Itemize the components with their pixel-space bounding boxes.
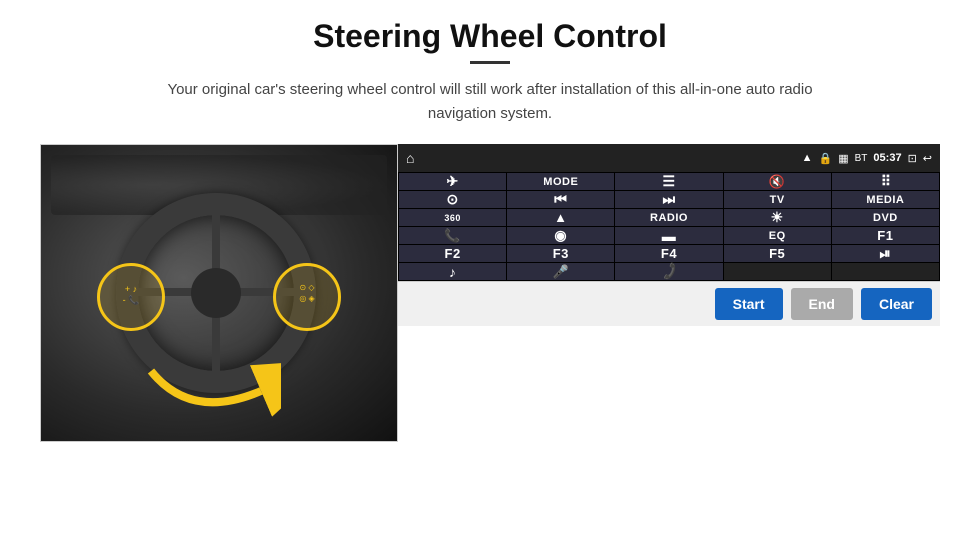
ctrl-btn-r3c3[interactable]: RADIO <box>615 209 722 226</box>
window-icon: ⊡ <box>908 152 917 165</box>
page-title: Steering Wheel Control <box>313 18 667 55</box>
ctrl-btn-r2c1[interactable]: ⊙ <box>399 191 506 208</box>
control-panel: ⌂ ▲ 🔒 ▦ BT 05:37 ⊡ ↩ ✈MODE☰🔇⠿ ⊙⏮⏭TVMEDIA 3… <box>398 144 940 326</box>
ctrl-btn-r2c4[interactable]: TV <box>724 191 831 208</box>
home-icon[interactable]: ⌂ <box>406 150 414 166</box>
action-bar: Start End Clear <box>398 281 940 326</box>
content-row: + ♪- 📞 ⊙ ◇◎ ◈ <box>40 144 940 442</box>
status-bar: ⌂ ▲ 🔒 ▦ BT 05:37 ⊡ ↩ <box>398 144 940 172</box>
status-right: ▲ 🔒 ▦ BT 05:37 ⊡ ↩ <box>802 152 932 165</box>
start-button[interactable]: Start <box>715 288 783 320</box>
ctrl-btn-r1c1[interactable]: ✈ <box>399 173 506 190</box>
ctrl-btn-r4c2[interactable]: ◉ <box>507 227 614 244</box>
ctrl-btn-r1c5[interactable]: ⠿ <box>832 173 939 190</box>
clear-button[interactable]: Clear <box>861 288 932 320</box>
ctrl-btn-r6c2[interactable]: 🎤 <box>507 263 614 280</box>
title-divider <box>470 61 510 64</box>
ctrl-btn-r5c3[interactable]: F4 <box>615 245 722 262</box>
ctrl-btn-r6c3[interactable]: 📞 <box>615 263 722 280</box>
lock-icon: 🔒 <box>819 152 833 165</box>
right-control-highlight: ⊙ ◇◎ ◈ <box>273 263 341 331</box>
ctrl-btn-r2c5[interactable]: MEDIA <box>832 191 939 208</box>
sd-icon: ▦ <box>838 152 848 165</box>
left-control-highlight: + ♪- 📞 <box>97 263 165 331</box>
button-grid: ✈MODE☰🔇⠿⊙⏮⏭TVMEDIA360▲RADIO☀DVD📞◉▬EQF1F2… <box>398 172 940 281</box>
ctrl-btn-r4c4[interactable]: EQ <box>724 227 831 244</box>
bluetooth-icon: BT <box>855 153 868 164</box>
ctrl-btn-r1c4[interactable]: 🔇 <box>724 173 831 190</box>
ctrl-btn-r3c1[interactable]: 360 <box>399 209 506 226</box>
wifi-icon: ▲ <box>802 152 813 164</box>
ctrl-btn-r5c4[interactable]: F5 <box>724 245 831 262</box>
ctrl-btn-r3c2[interactable]: ▲ <box>507 209 614 226</box>
ctrl-btn-r6c5 <box>832 263 939 280</box>
back-icon: ↩ <box>923 152 932 165</box>
ctrl-btn-r2c3[interactable]: ⏭ <box>615 191 722 208</box>
end-button[interactable]: End <box>791 288 853 320</box>
ctrl-btn-r2c2[interactable]: ⏮ <box>507 191 614 208</box>
ctrl-btn-r4c5[interactable]: F1 <box>832 227 939 244</box>
ctrl-btn-r5c1[interactable]: F2 <box>399 245 506 262</box>
status-time: 05:37 <box>873 152 901 164</box>
ctrl-btn-r1c2[interactable]: MODE <box>507 173 614 190</box>
subtitle: Your original car's steering wheel contr… <box>140 78 840 126</box>
direction-arrow <box>141 341 281 431</box>
ctrl-btn-r3c5[interactable]: DVD <box>832 209 939 226</box>
ctrl-btn-r1c3[interactable]: ☰ <box>615 173 722 190</box>
ctrl-btn-r3c4[interactable]: ☀ <box>724 209 831 226</box>
page-container: Steering Wheel Control Your original car… <box>0 0 980 544</box>
ctrl-btn-r6c4 <box>724 263 831 280</box>
ctrl-btn-r4c3[interactable]: ▬ <box>615 227 722 244</box>
ctrl-btn-r6c1[interactable]: ♪ <box>399 263 506 280</box>
status-left: ⌂ <box>406 150 414 166</box>
ctrl-btn-r5c5[interactable]: ⏯ <box>832 245 939 262</box>
steering-wheel-image: + ♪- 📞 ⊙ ◇◎ ◈ <box>40 144 398 442</box>
ctrl-btn-r5c2[interactable]: F3 <box>507 245 614 262</box>
ctrl-btn-r4c1[interactable]: 📞 <box>399 227 506 244</box>
